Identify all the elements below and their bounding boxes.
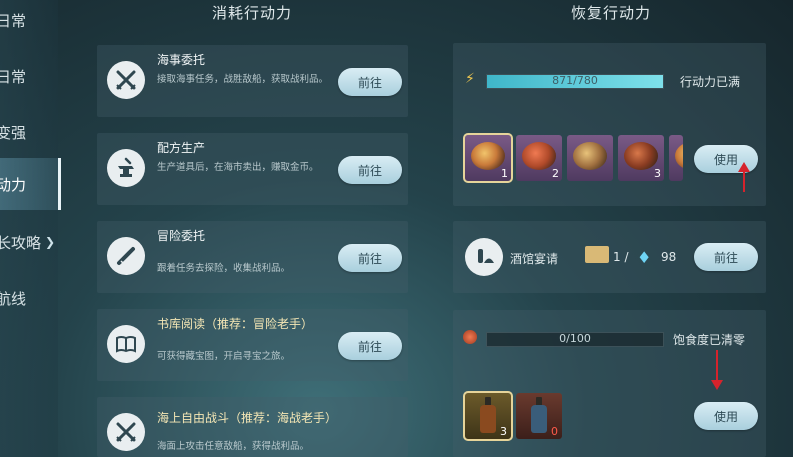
drink-qty: 3: [500, 425, 507, 438]
task-desc: 可获得藏宝图，开启寻宝之旅。: [157, 351, 291, 362]
task-title: 冒险委托: [157, 229, 206, 243]
food-slot-4[interactable]: 3: [618, 135, 664, 181]
food-qty: 1: [501, 167, 508, 180]
sidebar-item-daily-2[interactable]: 日常: [0, 56, 58, 96]
stamina-panel: ⚡ 871/780 行动力已满 1 2 3 使用: [453, 43, 766, 206]
go-button-adventure[interactable]: 前往: [338, 244, 402, 272]
sidebar-item-stamina[interactable]: 动力: [0, 158, 61, 210]
sidebar-item-route[interactable]: 航线: [0, 278, 58, 318]
go-button-tavern[interactable]: 前往: [694, 243, 758, 271]
food-slot-1[interactable]: 1: [463, 133, 513, 183]
task-card-free-battle: 海上自由战斗（推荐：海战老手） 海面上攻击任意敌船，获得战利品。: [97, 397, 408, 457]
task-title: 书库阅读（推荐：冒险老手）: [157, 317, 314, 331]
sidebar-item-strengthen[interactable]: 变强: [0, 112, 58, 152]
sidebar-item-guide[interactable]: 长攻略 ❯: [0, 222, 58, 262]
sidebar-item-label: 变强: [0, 123, 27, 142]
sidebar-item-daily-1[interactable]: 日常: [0, 0, 58, 40]
sidebar-item-label: 航线: [0, 289, 27, 308]
chevron-right-icon: ❯: [45, 235, 56, 249]
scroll-icon: [585, 246, 609, 263]
crossed-swords-icon: [107, 61, 145, 99]
consume-column-title: 消耗行动力: [212, 4, 293, 22]
sidebar-item-label: 日常: [0, 11, 27, 30]
task-title: 海事委托: [157, 53, 206, 67]
food-slot-2[interactable]: 2: [516, 135, 562, 181]
spyglass-icon: [107, 237, 145, 275]
food-icon: [463, 330, 477, 344]
task-card-recipe: 配方生产 生产道具后，在海市卖出，赚取金币。 前往: [97, 133, 408, 205]
sidebar: 日常 日常 变强 动力 长攻略 ❯ 航线: [0, 0, 61, 457]
recover-column-title: 恢复行动力: [571, 4, 652, 22]
task-card-adventure: 冒险委托 跟着任务去探险，收集战利品。 前往: [97, 221, 408, 293]
diamond-icon: ♦: [637, 248, 652, 267]
tavern-count: 1 /: [613, 250, 629, 264]
lightning-icon: ⚡: [465, 71, 475, 87]
anvil-icon: [107, 149, 145, 187]
task-desc: 接取海事任务，战胜敌船，获取战利品。: [157, 74, 329, 85]
task-card-maritime: 海事委托 接取海事任务，战胜敌船，获取战利品。 前往: [97, 45, 408, 117]
tavern-icon: [465, 238, 503, 276]
go-button-recipe[interactable]: 前往: [338, 156, 402, 184]
sidebar-item-label: 动力: [0, 175, 27, 194]
stamina-bar: 871/780: [486, 74, 664, 89]
go-button-library[interactable]: 前往: [338, 332, 402, 360]
stamina-status: 行动力已满: [680, 75, 741, 89]
satiety-status: 饱食度已清零: [673, 333, 746, 347]
satiety-bar: 0/100: [486, 332, 664, 347]
drink-slot-2[interactable]: 0: [516, 393, 562, 439]
food-qty: 3: [654, 167, 661, 180]
task-title: 海上自由战斗（推荐：海战老手）: [157, 411, 338, 425]
food-qty: 2: [552, 167, 559, 180]
task-title: 配方生产: [157, 141, 206, 155]
tavern-panel: 酒馆宴请 1 / ♦ 98 前往: [453, 221, 766, 293]
gem-count: 98: [661, 250, 677, 264]
sidebar-item-label: 日常: [0, 67, 27, 86]
crossed-swords-icon: [107, 413, 145, 451]
task-desc: 跟着任务去探险，收集战利品。: [157, 263, 291, 274]
drink-slot-1[interactable]: 3: [463, 391, 513, 441]
red-arrow-annotation: [743, 170, 745, 192]
tavern-label: 酒馆宴请: [510, 252, 559, 266]
satiety-bar-text: 0/100: [559, 332, 591, 345]
drink-qty: 0: [551, 425, 558, 438]
sidebar-item-label: 长攻略: [0, 233, 42, 252]
task-desc: 海面上攻击任意敌船，获得战利品。: [157, 441, 310, 452]
food-slot-3[interactable]: [567, 135, 613, 181]
red-arrow-annotation: [711, 350, 723, 390]
go-button-maritime[interactable]: 前往: [338, 68, 402, 96]
stamina-bar-text: 871/780: [552, 74, 598, 87]
task-desc: 生产道具后，在海市卖出，赚取金币。: [157, 162, 319, 173]
book-icon: [107, 325, 145, 363]
use-drink-button[interactable]: 使用: [694, 402, 758, 430]
task-card-library: 书库阅读（推荐：冒险老手） 可获得藏宝图，开启寻宝之旅。 前往: [97, 309, 408, 381]
food-slot-5[interactable]: [669, 135, 683, 181]
